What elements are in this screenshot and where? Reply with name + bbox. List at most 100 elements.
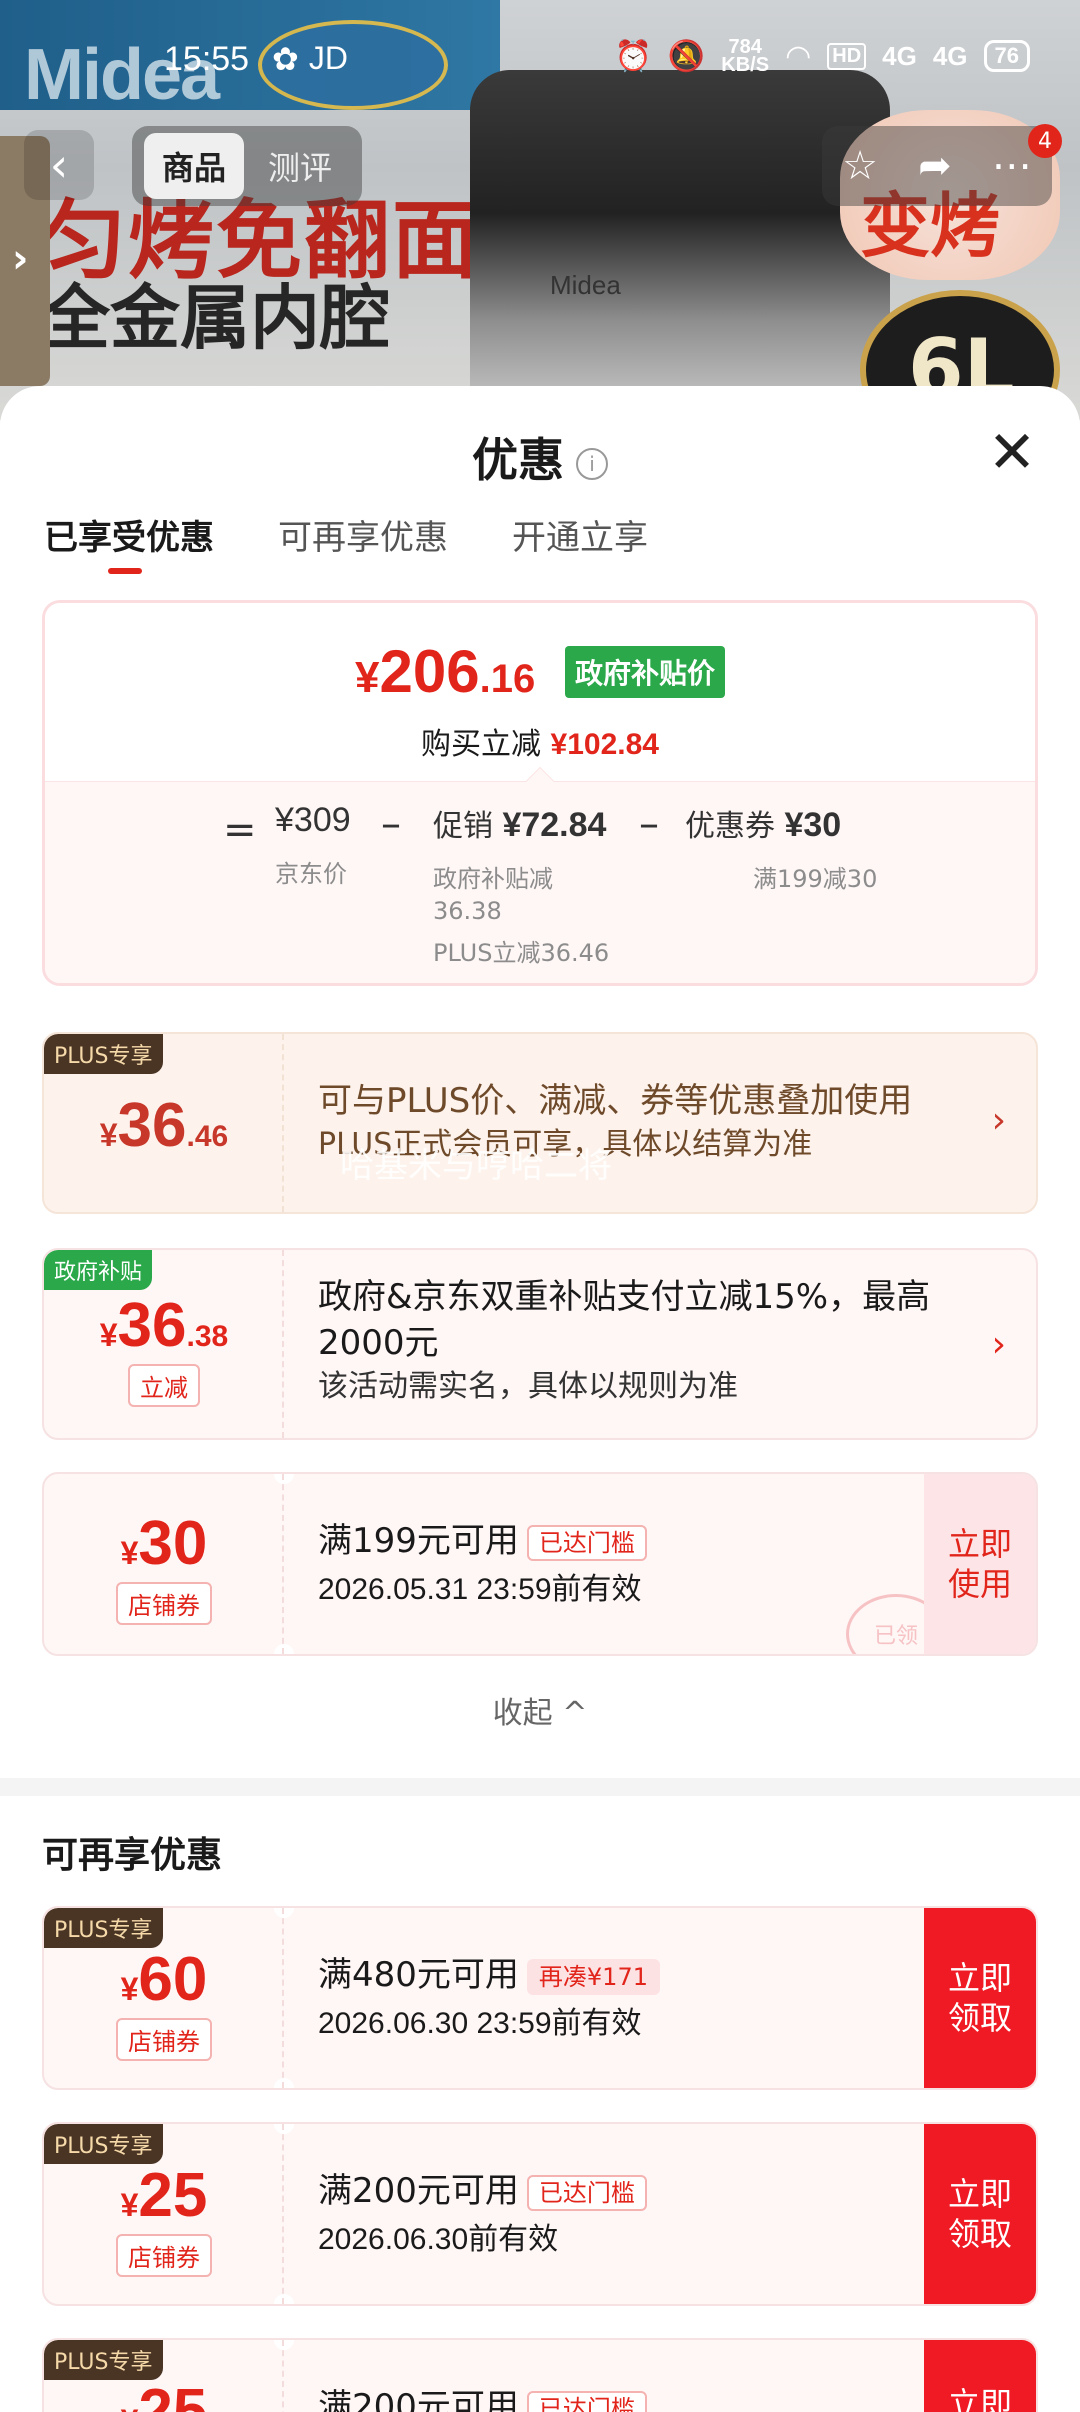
card-left: ¥30 店铺券: [44, 1474, 284, 1654]
coupon-date: 2026.06.30 23:59前有效: [318, 2007, 642, 2040]
gov-amount: ¥36.38: [44, 1290, 284, 1361]
top-actions: ☆ ➦ ⋯: [822, 126, 1052, 206]
coupon-sub: 满199减30: [753, 865, 878, 893]
amount-int: 30: [138, 1509, 208, 1578]
gov-subsidy-card[interactable]: 政府补贴 ¥36.38 立减 政府&京东双重补贴支付立减15%，最高2000元 …: [42, 1248, 1038, 1440]
wechat-icon: ✿: [272, 41, 299, 77]
jd-price-col: ¥309 京东价: [275, 801, 351, 890]
card-line-1: 政府&京东双重补贴支付立减15%，最高2000元: [318, 1277, 931, 1363]
threshold-pill: 已达门槛: [526, 1524, 647, 1561]
sheet-tabs: 已享受优惠 可再享优惠 开通立享: [44, 510, 648, 574]
equals-sign: =: [223, 807, 257, 853]
speed-unit: KB/S: [721, 54, 770, 76]
back-button[interactable]: ‹: [24, 130, 94, 200]
claim-button[interactable]: 立即: [924, 2340, 1036, 2412]
card-left: PLUS专享 ¥25: [44, 2340, 284, 2412]
promo-sub-2: PLUS立减36.46: [433, 939, 610, 967]
top-tabs: 商品 测评: [132, 126, 363, 206]
alarm-icon: ⏰: [614, 39, 652, 73]
chevron-right-icon: ›: [12, 236, 29, 282]
claim-label: 立即领取: [947, 1959, 1012, 2037]
minus-sign-2: –: [639, 801, 659, 847]
use-now-button[interactable]: 立即使用: [924, 1474, 1036, 1654]
card-text: 满480元可用 再凑¥171 2026.06.30 23:59前有效: [318, 1952, 906, 2042]
buy-minus: 购买立减 ¥102.84: [45, 719, 1035, 763]
card-left: PLUS专享 ¥25 店铺券: [44, 2124, 284, 2304]
coupon-condition-line: 满480元可用 再凑¥171: [318, 1952, 906, 1998]
plus-tag: PLUS专享: [44, 2124, 163, 2164]
amount-symbol: ¥: [120, 1535, 139, 1571]
card-text: 满200元可用 已达门槛 2026.06.30前有效: [318, 2168, 906, 2258]
coupon-card-25: PLUS专享 ¥25 店铺券 满200元可用 已达门槛 2026.06.30前有效…: [42, 2122, 1038, 2306]
chevron-right-icon: ›: [991, 1100, 1006, 1141]
status-bar: 15:55 ✿ JD ⏰ 🔕 784 KB/S ◠ HD 4G 4G 76: [0, 0, 1080, 120]
coupon-condition-line: 满200元可用 已达门槛: [318, 2384, 906, 2412]
price-formula: = ¥309 京东价 – 促销 ¥72.84 政府补贴减 36.38 PLUS立…: [45, 781, 1035, 983]
info-icon[interactable]: i: [576, 447, 608, 480]
amount-symbol: ¥: [99, 1317, 118, 1353]
amount-dec: .38: [186, 1320, 229, 1353]
coupon-condition-line: 满200元可用 已达门槛: [318, 2168, 906, 2214]
plus-tag: PLUS专享: [44, 2340, 163, 2380]
more-icon[interactable]: ⋯: [992, 143, 1032, 189]
gov-tag: 政府补贴: [44, 1250, 153, 1290]
card-left: PLUS专享 ¥60 店铺券: [44, 1908, 284, 2088]
network-speed: 784 KB/S: [721, 37, 770, 76]
tab-product[interactable]: 商品: [144, 133, 245, 199]
final-price-int: 206: [379, 638, 480, 705]
card-text: 满199元可用 已达门槛 2026.05.31 23:59前有效: [318, 1518, 906, 1608]
status-indicators: ⏰ 🔕 784 KB/S ◠ HD 4G 4G 76: [614, 37, 1030, 76]
amount-sub: 店铺券: [44, 1582, 284, 1625]
amount-symbol: ¥: [120, 2187, 139, 2223]
card-left: 政府补贴 ¥36.38 立减: [44, 1250, 284, 1438]
coupon-card-25-b: PLUS专享 ¥25 满200元可用已达门槛 立即: [42, 2338, 1038, 2412]
buy-minus-value: ¥102.84: [550, 728, 659, 761]
tab-enjoyed[interactable]: 已享受优惠: [44, 510, 214, 574]
summary-top: ¥206.16 政府补贴价 购买立减 ¥102.84: [45, 603, 1035, 781]
tab-review[interactable]: 测评: [250, 133, 350, 199]
card-line-2: 该活动需实名，具体以规则为准: [318, 1369, 738, 1404]
close-icon[interactable]: ✕: [984, 423, 1040, 481]
chevron-left-icon: ‹: [49, 138, 69, 192]
hd-indicator: HD: [827, 42, 867, 70]
watermark: 哈基米与哼哈二将: [340, 1146, 612, 1186]
section-title-more: 可再享优惠: [42, 1835, 223, 1876]
card-text: 满200元可用 已达门槛: [318, 2384, 906, 2412]
promo-label: 促销: [433, 810, 493, 843]
amount-sub: 店铺券: [44, 2018, 284, 2061]
claim-button[interactable]: 立即领取: [924, 1908, 1036, 2088]
coupon-date: 2026.05.31 23:59前有效: [318, 1573, 642, 1606]
tab-more-discounts[interactable]: 可再享优惠: [278, 510, 448, 559]
message-badge: 4: [1028, 124, 1062, 158]
claim-label: 立即领取: [947, 2175, 1012, 2253]
coupon-condition: 满200元可用: [318, 2171, 519, 2211]
amount-symbol: ¥: [121, 2403, 139, 2412]
signal-1: 4G: [882, 40, 917, 71]
threshold-pill: 已达门槛: [526, 2174, 647, 2211]
claim-label: 立即: [947, 2385, 1012, 2412]
card-line-1: 可与PLUS价、满减、券等优惠叠加使用: [318, 1081, 913, 1121]
final-price-dec: .16: [479, 657, 536, 701]
promo-sub-1: 政府补贴减: [433, 865, 553, 893]
gov-subsidy-tag: 政府补贴价: [565, 646, 726, 698]
plus-tag: PLUS专享: [44, 1908, 163, 1948]
signal-2: 4G: [932, 40, 968, 71]
final-price: ¥206.16: [355, 637, 535, 706]
jd-price-label: 京东价: [275, 860, 347, 888]
amount-sub: 店铺券: [44, 2234, 284, 2277]
promo-sub-1b: 36.38: [433, 897, 502, 925]
amount-sub-text: 立减: [128, 1364, 200, 1407]
coupon-col: 优惠券 ¥30 满199减30: [685, 801, 877, 895]
final-price-symbol: ¥: [355, 653, 380, 702]
collapse-button[interactable]: 收起 ^: [0, 1688, 1080, 1732]
threshold-pill: 已达门槛: [526, 2390, 647, 2412]
card-text: 政府&京东双重补贴支付立减15%，最高2000元 该活动需实名，具体以规则为准: [318, 1274, 956, 1408]
sheet-title-text: 优惠: [472, 433, 564, 487]
claim-button[interactable]: 立即领取: [924, 2124, 1036, 2304]
favorite-star-icon[interactable]: ☆: [842, 143, 878, 189]
tab-open-now[interactable]: 开通立享: [512, 510, 648, 559]
appliance-brand: Midea: [550, 270, 621, 300]
share-icon[interactable]: ➦: [918, 143, 952, 189]
coupon-condition: 满200元可用: [318, 2387, 519, 2412]
promo-sub: 政府补贴减 36.38 PLUS立减36.46: [433, 863, 609, 969]
